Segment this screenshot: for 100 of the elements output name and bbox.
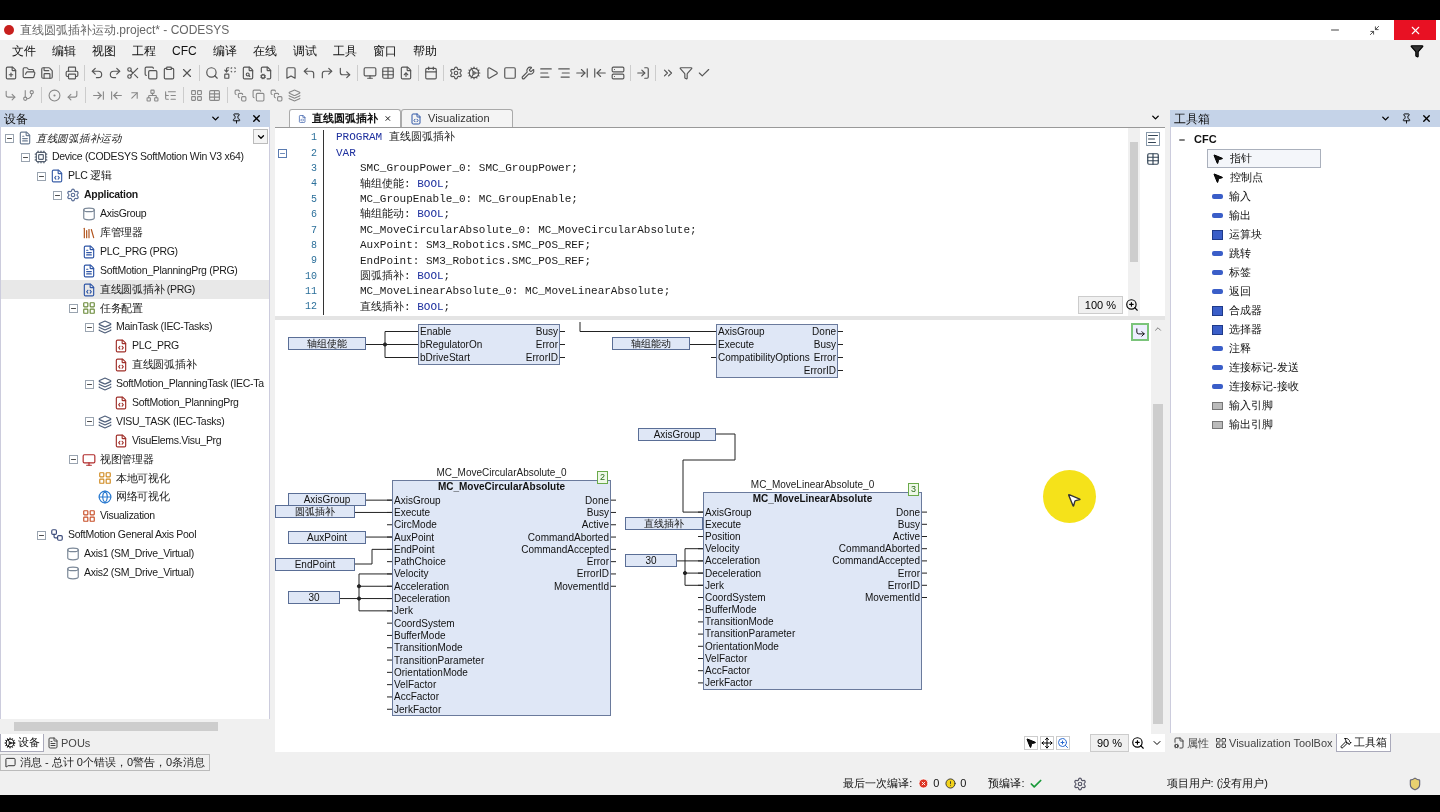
tree-item[interactable]: VISU_TASK (IEC-Tasks) — [1, 412, 269, 432]
toolbox-item[interactable]: 连接标记-发送 — [1207, 358, 1321, 377]
tree-item[interactable]: 库管理器 — [1, 223, 269, 243]
pin-label: Done — [896, 506, 920, 518]
tree-item[interactable]: 直线圆弧插补 (PRG) — [1, 280, 269, 299]
tree-item[interactable]: 直线圆弧插补 — [1, 355, 269, 375]
pin-label: Execute — [718, 339, 755, 350]
pin-label: MovementId — [553, 580, 609, 592]
pin-label: Done — [585, 494, 609, 506]
tree-item[interactable]: PLC 逻辑 — [1, 166, 269, 186]
zoom-level[interactable]: 90 % — [1089, 733, 1129, 753]
toolbox-item[interactable]: 输入 — [1207, 187, 1321, 206]
tree-item[interactable]: Axis2 (SM_Drive_Virtual) — [1, 563, 269, 583]
tree-item[interactable]: SoftMotion_PlanningPrg — [1, 393, 269, 413]
menu-item[interactable]: 在线 — [244, 42, 285, 60]
tree-item[interactable]: 直线圆弧插补运动 — [1, 129, 269, 148]
pin-label: CircMode — [394, 519, 437, 531]
pin-label: JerkFactor — [394, 703, 442, 715]
pin-label: Acceleration — [394, 580, 450, 592]
tree-item[interactable]: MainTask (IEC-Tasks) — [1, 317, 269, 337]
pin-label: Jerk — [705, 579, 724, 591]
tree-item[interactable]: Device (CODESYS SoftMotion Win V3 x64) — [1, 147, 269, 167]
tree-item[interactable]: SoftMotion General Axis Pool — [1, 525, 269, 545]
line-number: 4 — [310, 177, 317, 192]
pin-label: ErrorID — [576, 568, 609, 580]
tree-item[interactable]: 任务配置 — [1, 299, 269, 318]
editor-tab[interactable]: Visualization — [401, 109, 513, 127]
menu-item[interactable]: 视图 — [84, 42, 124, 60]
function-block[interactable]: AxisGroup Done Execute Busy CompatibilityOptions Error ErrorID — [716, 324, 838, 378]
toolbox-item[interactable]: 输出 — [1207, 206, 1321, 225]
pin-label: bRegulatorOn — [420, 339, 483, 350]
toolbox-item[interactable]: 控制点 — [1207, 168, 1321, 187]
toolbox-item[interactable]: 输出引脚 — [1207, 415, 1321, 434]
panel-title: 设备 — [4, 110, 29, 128]
variable-box[interactable]: EndPoint — [275, 558, 355, 571]
pin-label: TransitionMode — [705, 616, 774, 628]
menu-item[interactable]: 工程 — [124, 42, 164, 60]
tree-item[interactable]: SoftMotion_PlanningTask (IEC-Ta — [1, 374, 269, 394]
tree-item[interactable]: PLC_PRG (PRG) — [1, 242, 269, 262]
toolbox-item[interactable]: 输入引脚 — [1207, 396, 1321, 415]
tree-item[interactable]: Axis1 (SM_Drive_Virtual) — [1, 544, 269, 564]
variable-box[interactable]: 轴组使能 — [288, 337, 366, 350]
messages-tab[interactable]: 消息 - 总计 0个错误，0警告，0条消息 — [0, 753, 211, 771]
tree-item[interactable]: 网络可视化 — [1, 487, 269, 507]
panel-tab[interactable]: POUs — [44, 734, 94, 752]
category-label[interactable]: CFC — [1194, 131, 1217, 148]
code-line: VAR — [336, 145, 356, 161]
tree-item[interactable]: 视图管理器 — [1, 450, 269, 470]
panel-tab[interactable]: 设备 — [0, 734, 44, 752]
pin-label: Deceleration — [705, 567, 762, 579]
toolbox-item[interactable]: 连接标记-接收 — [1207, 377, 1321, 396]
menu-item[interactable]: 调试 — [284, 42, 325, 60]
toolbox-item[interactable]: 注释 — [1207, 339, 1321, 358]
menu-item[interactable]: 文件 — [4, 42, 44, 60]
toolbox-item[interactable]: 跳转 — [1207, 244, 1321, 263]
editor-tab[interactable]: 直线圆弧插补 — [289, 109, 401, 127]
pin-label: Error — [535, 339, 558, 350]
panel-tab[interactable]: 工具箱 — [1335, 734, 1391, 752]
variable-box[interactable]: 轴组能动 — [612, 337, 690, 350]
code-line: AuxPoint: SM3_Robotics.SMC_POS_REF; — [360, 238, 592, 254]
panel-tab[interactable]: Visualization ToolBox — [1212, 734, 1336, 752]
menu-item[interactable]: CFC — [164, 42, 205, 60]
tree-item[interactable]: AxisGroup — [1, 204, 269, 224]
variable-box[interactable]: 30 — [625, 554, 677, 567]
line-number: 1 — [310, 131, 317, 146]
pin-label: Busy — [897, 518, 920, 530]
pin-label: Error — [586, 556, 609, 568]
zoom-level[interactable]: 100 % — [1077, 295, 1123, 314]
toolbox-item[interactable]: 返回 — [1207, 282, 1321, 301]
menu-item[interactable]: 工具 — [324, 42, 365, 60]
block-type: MC_MoveCircularAbsolute — [436, 481, 567, 494]
tree-item[interactable]: 本地可视化 — [1, 469, 269, 488]
pin-label: ErrorID — [525, 352, 558, 363]
panel-tab[interactable]: 属性 — [1170, 734, 1212, 752]
pin-label: Deceleration — [394, 593, 451, 604]
toolbox-item[interactable]: 合成器 — [1207, 301, 1321, 320]
toolbox-item[interactable]: 指针 — [1207, 149, 1321, 168]
variable-box[interactable]: AuxPoint — [288, 531, 366, 544]
function-block[interactable]: Enable Busy bRegulatorOn Error bDriveStart ErrorID — [418, 324, 560, 365]
menu-item[interactable]: 编译 — [204, 42, 245, 60]
tree-item[interactable]: Application — [1, 185, 269, 205]
tree-item[interactable]: Visualization — [1, 506, 269, 526]
variable-box[interactable]: AxisGroup — [638, 428, 716, 441]
code-line: MC_MoveCircularAbsolute_0: MC_MoveCircularAbsolute; — [360, 222, 697, 238]
tree-item[interactable]: SoftMotion_PlanningPrg (PRG) — [1, 261, 269, 281]
tree-item[interactable]: VisuElems.Visu_Prg — [1, 431, 269, 451]
pin-label: Active — [892, 530, 920, 542]
tree-item[interactable]: PLC_PRG — [1, 336, 269, 356]
toolbox-item[interactable]: 选择器 — [1207, 320, 1321, 339]
menu-item[interactable]: 窗口 — [364, 42, 405, 60]
menu-item[interactable]: 帮助 — [404, 42, 445, 60]
pin-label: AxisGroup — [394, 494, 441, 506]
menu-item[interactable]: 编辑 — [44, 42, 84, 60]
variable-box[interactable]: 直线插补 — [625, 517, 703, 530]
pin-label: CoordSystem — [705, 591, 766, 603]
variable-box[interactable]: 30 — [288, 591, 340, 604]
toolbox-item[interactable]: 标签 — [1207, 263, 1321, 282]
panel-title: 工具箱 — [1174, 110, 1211, 128]
toolbox-item[interactable]: 运算块 — [1207, 225, 1321, 244]
variable-box[interactable]: 圆弧插补 — [275, 505, 355, 518]
